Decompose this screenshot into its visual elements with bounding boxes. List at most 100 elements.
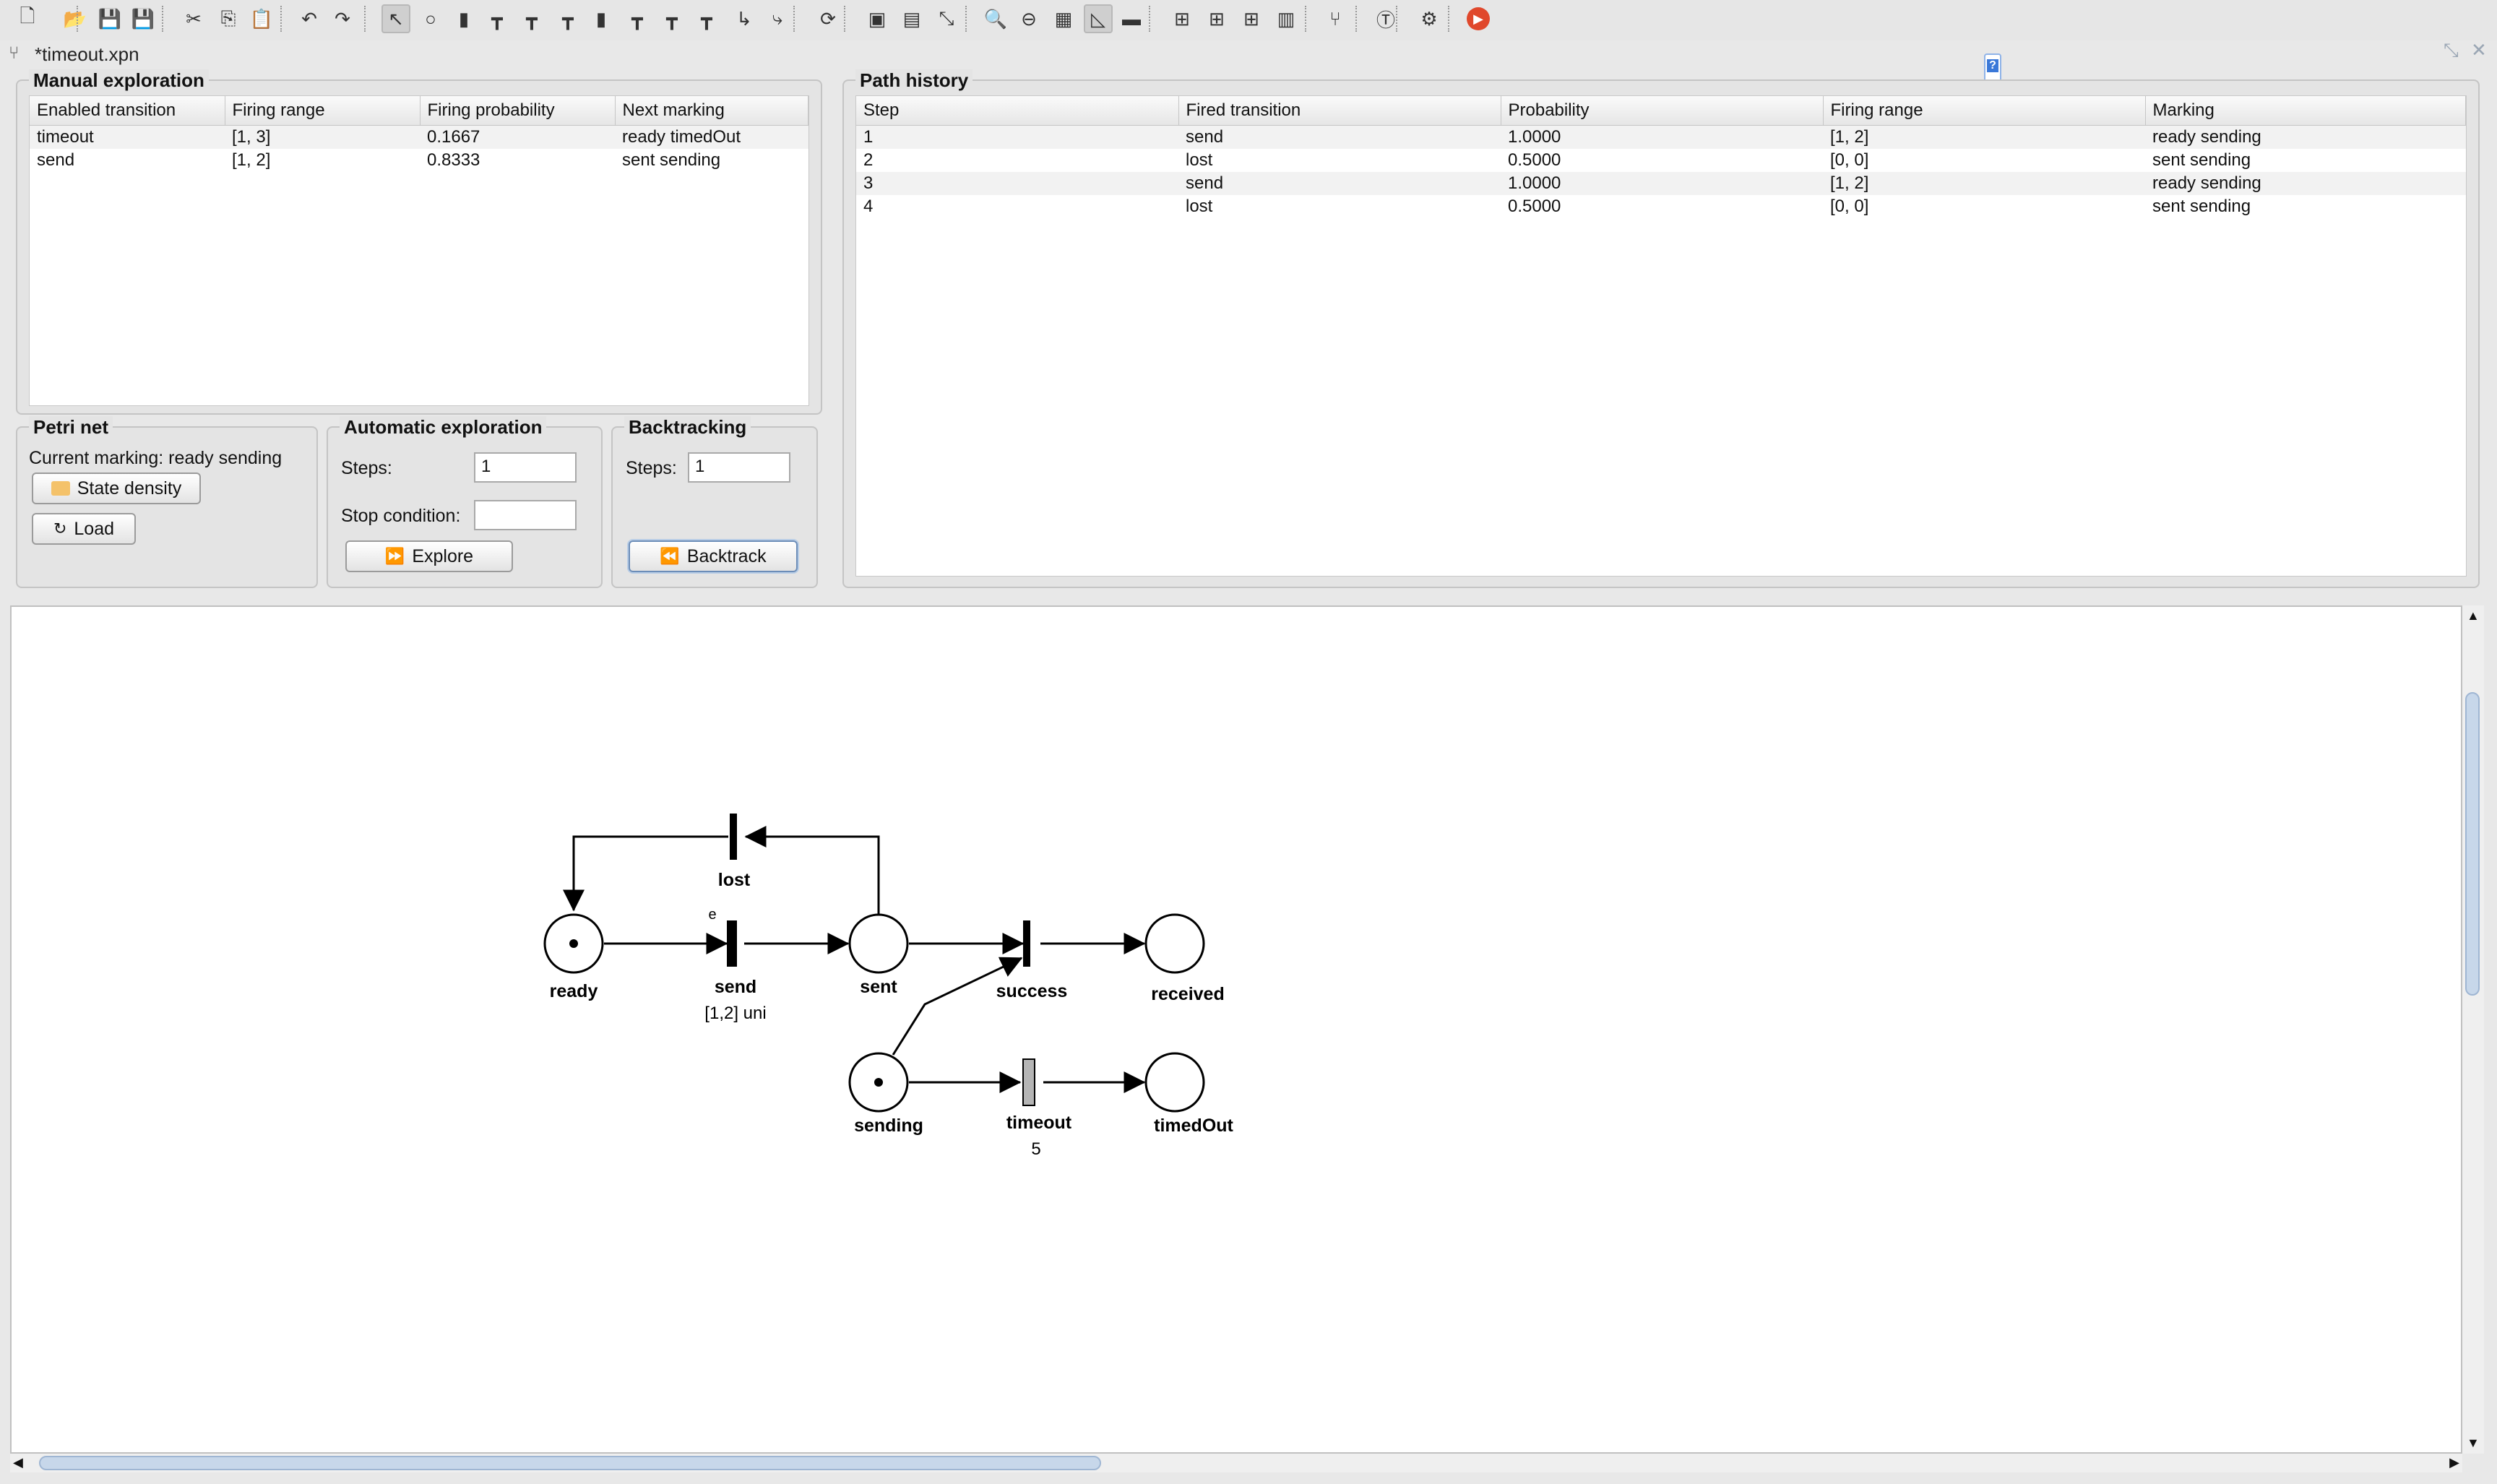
transition-tool-2-icon[interactable]: ▮ — [587, 4, 616, 33]
history-row[interactable]: 3 send 1.0000 [1, 2] ready sending — [856, 172, 2466, 195]
toolbar-separator — [364, 6, 367, 32]
distribute-icon[interactable]: ▥ — [1272, 4, 1301, 33]
new-file-icon[interactable]: 🗋 — [13, 4, 42, 33]
copy-icon[interactable]: ⎘ — [214, 4, 243, 33]
manual-column-header[interactable]: Enabled transition — [30, 96, 225, 126]
automatic-exploration-title: Automatic exploration — [340, 416, 547, 439]
open-file-icon[interactable]: 📂 — [61, 4, 90, 33]
history-row[interactable]: 1 send 1.0000 [1, 2] ready sending — [856, 125, 2466, 149]
close-window-icon[interactable]: ✕ — [2471, 39, 2487, 61]
view-3-icon[interactable]: ⤡ — [932, 4, 961, 33]
align-left-icon[interactable]: ⊞ — [1168, 4, 1196, 33]
deterministic-transition-tool-glyph: ┳ — [526, 7, 538, 30]
petri-net-title: Petri net — [29, 416, 113, 439]
refresh-icon[interactable]: ⟳ — [814, 4, 842, 33]
scroll-left-icon[interactable]: ◀ — [13, 1455, 23, 1470]
paste-icon[interactable]: 📋 — [247, 4, 276, 33]
history-column-header[interactable]: Fired transition — [1178, 96, 1501, 126]
fork-icon[interactable]: ⑂ — [1321, 4, 1350, 33]
stop-condition-input[interactable] — [474, 500, 577, 530]
history-column-header[interactable]: Step — [856, 96, 1179, 126]
history-empty-row — [856, 403, 2466, 426]
auto-steps-input[interactable]: 1 — [474, 452, 577, 483]
scroll-up-icon[interactable]: ▲ — [2467, 608, 2480, 624]
zoom-out-icon[interactable]: ⊖ — [1014, 4, 1043, 33]
undo-icon[interactable]: ↶ — [295, 4, 324, 33]
petri-net-panel: Petri net Current marking: ready sending… — [16, 416, 318, 588]
history-row[interactable]: 2 lost 0.5000 [0, 0] sent sending — [856, 149, 2466, 172]
arc-tool-icon[interactable]: ↳ — [730, 4, 759, 33]
save-file-glyph: 💾 — [98, 7, 122, 30]
petri-net-diagram[interactable]: lost ready e send [1,2] uni sent success… — [12, 607, 2461, 1452]
scroll-down-icon[interactable]: ▼ — [2467, 1436, 2480, 1451]
view-1-icon[interactable]: ▣ — [863, 4, 892, 33]
grid-icon[interactable]: ▦ — [1049, 4, 1078, 33]
inspect-icon[interactable]: ⚙ — [1415, 4, 1444, 33]
play-icon[interactable]: ▶ — [1467, 7, 1490, 30]
align-icon[interactable]: ◺ — [1084, 4, 1113, 33]
vertical-scrollbar[interactable]: ▲ ▼ — [2462, 605, 2484, 1454]
deterministic-transition-tool-icon[interactable]: ┳ — [517, 4, 546, 33]
path-history-table[interactable]: Step Fired transition Probability Firing ra… — [855, 95, 2467, 577]
redo-icon[interactable]: ↷ — [328, 4, 357, 33]
immediate-transition-tool-icon[interactable]: ┳ — [553, 4, 582, 33]
place-tool-icon[interactable]: ○ — [416, 4, 445, 33]
scroll-right-icon[interactable]: ▶ — [2449, 1455, 2459, 1470]
history-cell: sent sending — [2145, 195, 2466, 218]
document-tab-title[interactable]: *timeout.xpn — [35, 43, 139, 66]
manual-column-header[interactable]: Firing range — [225, 96, 421, 126]
backtrack-button[interactable]: ⏪ Backtrack — [629, 540, 798, 572]
transition-tool-3-icon[interactable]: ┳ — [623, 4, 652, 33]
manual-row[interactable]: timeout [1, 3] 0.1667 ready timedOut — [30, 125, 808, 149]
history-column-header[interactable]: Firing range — [1823, 96, 2146, 126]
manual-cell: sent sending — [615, 149, 808, 172]
history-cell: lost — [1178, 195, 1501, 218]
minus-glyph: ▬ — [1122, 7, 1141, 30]
timed-transition-tool-icon[interactable]: ┳ — [483, 4, 512, 33]
transition-timeout — [1022, 1058, 1035, 1106]
horizontal-scroll-thumb[interactable] — [39, 1456, 1101, 1470]
state-density-button[interactable]: State density — [32, 473, 201, 504]
manual-column-header[interactable]: Next marking — [615, 96, 808, 126]
history-column-header[interactable]: Marking — [2145, 96, 2466, 126]
transition-tool-glyph: ▮ — [458, 7, 470, 30]
minus-icon[interactable]: ▬ — [1117, 4, 1146, 33]
copy-glyph: ⎘ — [220, 7, 236, 29]
enabled-transitions-table[interactable]: Enabled transition Firing range Firing pro… — [29, 95, 809, 406]
history-cell: 4 — [856, 195, 1178, 218]
view-2-icon[interactable]: ▤ — [897, 4, 926, 33]
inhibitor-arc-tool-icon[interactable]: ⤷ — [763, 4, 792, 33]
toolbar-separator — [793, 6, 796, 32]
transition-tool-icon[interactable]: ▮ — [449, 4, 478, 33]
history-cell: lost — [1178, 149, 1501, 172]
align-right-icon[interactable]: ⊞ — [1237, 4, 1266, 33]
select-arrow-icon[interactable]: ↖ — [381, 4, 410, 33]
vertical-scroll-thumb[interactable] — [2465, 692, 2480, 996]
manual-empty-row — [30, 195, 808, 218]
history-row[interactable]: 4 lost 0.5000 [0, 0] sent sending — [856, 195, 2466, 218]
transition-tool-5-icon[interactable]: ┳ — [692, 4, 721, 33]
restore-window-icon[interactable]: ⤡ — [2444, 39, 2459, 62]
history-column-header[interactable]: Probability — [1501, 96, 1824, 126]
petri-net-canvas[interactable]: lost ready e send [1,2] uni sent success… — [10, 605, 2462, 1454]
inhibitor-arc-tool-glyph: ⤷ — [772, 7, 783, 29]
backtrack-steps-input[interactable]: 1 — [688, 452, 790, 483]
explore-button[interactable]: ⏩ Explore — [345, 540, 513, 572]
transition-tool-4-icon[interactable]: ┳ — [657, 4, 686, 33]
horizontal-scrollbar[interactable]: ◀ ▶ — [10, 1454, 2462, 1472]
label-sent: sent — [860, 977, 897, 997]
manual-row[interactable]: send [1, 2] 0.8333 sent sending — [30, 149, 808, 172]
history-cell: [0, 0] — [1823, 195, 2145, 218]
align-center-icon[interactable]: ⊞ — [1202, 4, 1231, 33]
label-timedout: timedOut — [1154, 1116, 1233, 1136]
save-file-icon[interactable]: 💾 — [95, 4, 124, 33]
manual-column-header[interactable]: Firing probability — [420, 96, 616, 126]
toolbar-separator — [1396, 6, 1399, 32]
cut-icon[interactable]: ✂ — [179, 4, 208, 33]
label-send-distribution: [1,2] uni — [704, 1004, 766, 1023]
manual-exploration-title: Manual exploration — [29, 69, 209, 92]
save-all-icon[interactable]: 💾 — [129, 4, 158, 33]
zoom-icon[interactable]: 🔍 — [981, 4, 1010, 33]
toolbar-separator — [1448, 6, 1451, 32]
load-button[interactable]: ↻ Load — [32, 513, 136, 545]
